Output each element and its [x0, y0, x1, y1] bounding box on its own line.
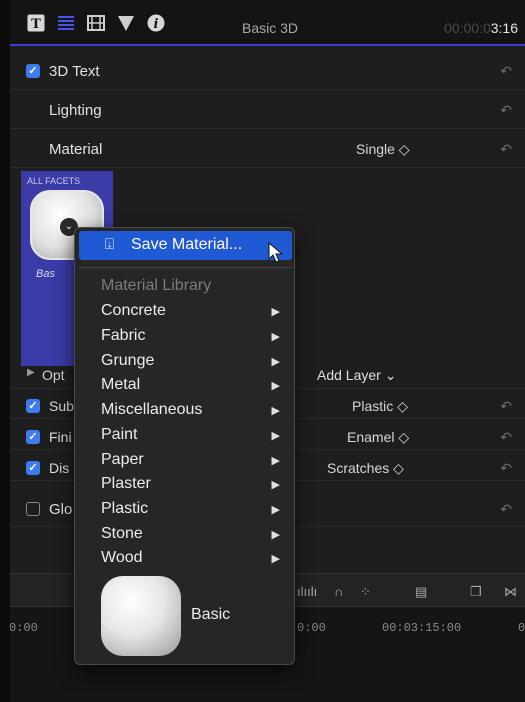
- menu-item-label: Wood: [101, 549, 143, 566]
- menu-item-label: Fabric: [101, 327, 146, 344]
- glow-label: Glo: [49, 501, 73, 518]
- ruler-time-far: 0: [518, 621, 525, 635]
- menu-item-label: Metal: [101, 376, 141, 393]
- row-3d-text: ✓ 3D Text ↶: [10, 52, 525, 90]
- svg-text:i: i: [154, 17, 159, 32]
- submenu-arrow-icon: ▶: [271, 356, 280, 368]
- swatch-label: Bas: [36, 268, 55, 280]
- lines-inspector-icon[interactable]: [57, 14, 75, 37]
- layer-label: Dis: [49, 460, 70, 476]
- submenu-arrow-icon: ▶: [271, 455, 280, 467]
- submenu-arrow-icon: ▶: [271, 430, 280, 442]
- save-tray-icon: ⍗: [105, 236, 115, 253]
- add-layer-button[interactable]: Add Layer ⌄: [317, 367, 396, 384]
- inspector-header: T i Basic 3D 00:00:03:16: [10, 0, 525, 46]
- menu-item-label: Concrete: [101, 302, 166, 319]
- info-inspector-icon[interactable]: i: [147, 14, 165, 37]
- layer-checkbox[interactable]: ✓: [26, 430, 40, 444]
- svg-text:T: T: [31, 17, 41, 32]
- reset-icon[interactable]: ↶: [500, 398, 512, 415]
- submenu-arrow-icon: ▶: [271, 553, 280, 565]
- menu-item-grunge[interactable]: Grunge ▶: [101, 352, 286, 376]
- menu-item-label: Plaster: [101, 475, 151, 492]
- reset-icon[interactable]: ↶: [500, 460, 512, 477]
- ruler-time-left: 0:00: [10, 621, 38, 635]
- menu-item-label: Grunge: [101, 352, 155, 369]
- facet-caption: ALL FACETS: [27, 176, 81, 186]
- menu-item-paint[interactable]: Paint ▶: [101, 426, 286, 450]
- menu-item-concrete[interactable]: Concrete ▶: [101, 302, 286, 326]
- submenu-arrow-icon: ▶: [271, 331, 280, 343]
- clip-appearance-icon[interactable]: ▤: [415, 584, 427, 600]
- submenu-arrow-icon: ▶: [271, 504, 280, 516]
- submenu-arrow-icon: ▶: [271, 529, 280, 541]
- menu-item-plaster[interactable]: Plaster ▶: [101, 475, 286, 499]
- reset-icon[interactable]: ↶: [500, 501, 512, 518]
- menu-item-label: Stone: [101, 525, 143, 542]
- reset-icon[interactable]: ↶: [500, 141, 512, 158]
- reset-icon[interactable]: ↶: [500, 102, 512, 119]
- menu-item-fabric[interactable]: Fabric ▶: [101, 327, 286, 351]
- layer-checkbox[interactable]: ✓: [26, 461, 40, 475]
- save-material-menu-item[interactable]: ⍗ Save Material...: [79, 231, 292, 260]
- menu-item-label: Paint: [101, 426, 138, 443]
- menu-separator: [79, 267, 292, 268]
- menu-item-label: Plastic: [101, 500, 149, 517]
- pointer-cursor-icon: [268, 241, 284, 269]
- material-preview-swatch[interactable]: [101, 576, 181, 656]
- menu-item-wood[interactable]: Wood ▶: [101, 549, 286, 573]
- material-popup[interactable]: Single ◇: [356, 141, 410, 158]
- ruler-time-mid: 0:00: [297, 621, 326, 635]
- row-label-material: Material: [49, 141, 103, 158]
- layer-label: Fini: [49, 429, 72, 445]
- material-popup-menu: ⍗ Save Material... Material Library Conc…: [74, 227, 295, 665]
- audio-waveform-icon[interactable]: ılıılı: [297, 584, 317, 599]
- layer-label: Sub: [49, 398, 74, 414]
- layer-value-popup[interactable]: Scratches ◇: [327, 460, 404, 477]
- row-lighting[interactable]: Lighting ↶: [10, 91, 525, 129]
- checkbox-3d-text[interactable]: ✓: [26, 64, 40, 78]
- skimming-icon[interactable]: ⁘: [360, 584, 371, 600]
- disclosure-triangle-icon[interactable]: ▶: [27, 367, 35, 378]
- reset-icon[interactable]: ↶: [500, 63, 512, 80]
- checkbox-glow[interactable]: [26, 502, 40, 516]
- menu-item-paper[interactable]: Paper ▶: [101, 451, 286, 475]
- submenu-arrow-icon: ▶: [271, 306, 280, 318]
- transitions-icon[interactable]: ⋈: [504, 584, 517, 600]
- material-library-header: Material Library: [101, 277, 212, 294]
- row-label-lighting: Lighting: [49, 102, 102, 119]
- menu-item-stone[interactable]: Stone ▶: [101, 525, 286, 549]
- menu-item-label: Miscellaneous: [101, 401, 203, 418]
- material-preview-label: Basic: [191, 606, 231, 623]
- layer-value-popup[interactable]: Enamel ◇: [347, 429, 409, 446]
- submenu-arrow-icon: ▶: [271, 405, 280, 417]
- layer-checkbox[interactable]: ✓: [26, 399, 40, 413]
- layer-value-popup[interactable]: Plastic ◇: [352, 398, 408, 415]
- film-inspector-icon[interactable]: [87, 14, 105, 37]
- timecode-display: 00:00:03:16: [444, 20, 518, 36]
- submenu-arrow-icon: ▶: [271, 479, 280, 491]
- timecode-dim: 00:00:0: [444, 20, 491, 36]
- save-material-label: Save Material...: [131, 236, 243, 253]
- options-label: Opt: [42, 367, 65, 383]
- menu-item-metal[interactable]: Metal ▶: [101, 376, 286, 400]
- ruler-time-right: 00:03:15:00: [382, 621, 462, 635]
- submenu-arrow-icon: ▶: [271, 380, 280, 392]
- menu-item-miscellaneous[interactable]: Miscellaneous ▶: [101, 401, 286, 425]
- headphones-icon[interactable]: ∩: [334, 584, 343, 599]
- reset-icon[interactable]: ↶: [500, 429, 512, 446]
- row-material[interactable]: Material Single ◇ ↶: [10, 130, 525, 168]
- timecode-bright: 3:16: [490, 20, 518, 36]
- menu-item-label: Paper: [101, 451, 144, 468]
- clip-title: Basic 3D: [242, 20, 299, 36]
- text-inspector-icon[interactable]: T: [27, 14, 45, 37]
- row-label-3d-text: 3D Text: [49, 63, 100, 80]
- menu-item-plastic[interactable]: Plastic ▶: [101, 500, 286, 524]
- color-inspector-icon[interactable]: [117, 14, 135, 37]
- window-icon[interactable]: ❐: [470, 584, 482, 600]
